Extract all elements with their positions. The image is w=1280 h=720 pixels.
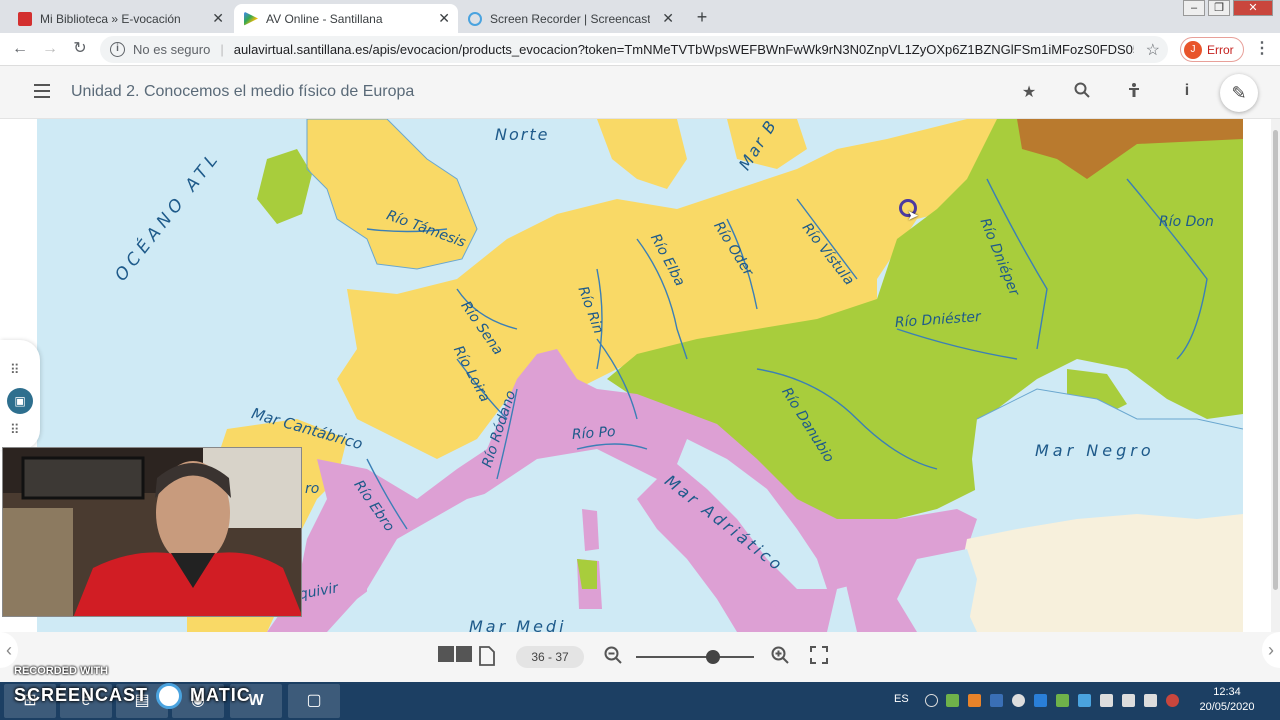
watermark-brand-suffix: MATIC xyxy=(190,684,251,705)
label-river-po: Río Po xyxy=(571,423,617,443)
watermark-brand: SCREENCAST xyxy=(14,684,149,705)
tray-app-icon[interactable] xyxy=(1012,694,1025,707)
forward-icon[interactable]: → xyxy=(40,39,60,59)
tray-app-icon[interactable] xyxy=(968,694,981,707)
tray-record-icon[interactable] xyxy=(925,694,938,707)
screencast-logo-icon xyxy=(468,11,482,26)
label-north-sea: Norte xyxy=(495,125,550,144)
bluetooth-icon[interactable] xyxy=(1034,694,1047,707)
screencast-logo-icon xyxy=(156,683,183,709)
close-tab-icon[interactable]: ✕ xyxy=(438,10,450,27)
bookmark-star-icon[interactable]: ☆ xyxy=(1146,40,1160,60)
tray-app-icon[interactable] xyxy=(990,694,1003,707)
info-icon[interactable]: i xyxy=(110,42,125,57)
single-page-icon[interactable] xyxy=(479,646,495,671)
page-indicator[interactable]: 36 - 37 xyxy=(516,646,584,668)
profile-error-button[interactable]: J Error xyxy=(1180,37,1244,62)
tray-app-icon[interactable] xyxy=(1100,694,1113,707)
bookmark-star-icon[interactable]: ★ xyxy=(1019,82,1039,102)
tray-app-icon[interactable] xyxy=(1078,694,1091,707)
security-label: No es seguro xyxy=(133,42,211,57)
reload-icon[interactable]: ↻ xyxy=(70,39,90,59)
calendar-tool-icon[interactable]: ▣ xyxy=(7,388,33,414)
network-icon[interactable] xyxy=(1166,694,1179,707)
menu-icon[interactable] xyxy=(34,84,50,98)
tray-app-icon[interactable] xyxy=(946,694,959,707)
clock-time: 12:34 xyxy=(1213,686,1241,698)
page-title: Unidad 2. Conocemos el medio físico de E… xyxy=(71,83,415,100)
divider: | xyxy=(220,42,224,57)
back-icon[interactable]: ← xyxy=(10,39,30,59)
e-logo-icon xyxy=(18,11,32,26)
tab-title: AV Online - Santillana xyxy=(266,11,383,26)
taskbar-clock[interactable]: 12:34 20/05/2020 xyxy=(1196,685,1258,715)
close-tab-icon[interactable]: ✕ xyxy=(212,10,224,27)
more-menu-icon[interactable]: ⋮ xyxy=(1252,39,1272,59)
search-icon[interactable] xyxy=(1072,82,1092,103)
close-window-icon[interactable]: ✕ xyxy=(1233,0,1273,16)
label-river-don: Río Don xyxy=(1159,214,1214,230)
profile-status: Error xyxy=(1207,42,1234,57)
play-logo-icon xyxy=(244,11,258,26)
grid-dots-icon[interactable]: ⠿ xyxy=(10,362,20,378)
browser-tab-strip: Mi Biblioteca » E-vocación ✕ AV Online -… xyxy=(0,0,1280,33)
double-page-icon[interactable] xyxy=(438,644,472,670)
pencil-icon[interactable]: ✎ xyxy=(1220,74,1258,112)
minimize-icon[interactable]: – xyxy=(1183,0,1205,16)
clock-date: 20/05/2020 xyxy=(1199,701,1255,713)
zoom-out-icon[interactable] xyxy=(604,646,622,669)
tab-mi-biblioteca[interactable]: Mi Biblioteca » E-vocación ✕ xyxy=(8,4,232,33)
zoom-slider[interactable] xyxy=(636,656,754,658)
watermark-screencast: SCREENCAST MATIC xyxy=(14,683,251,709)
label-mediterranean-sea: Mar Medi xyxy=(469,617,567,632)
presenter-video xyxy=(3,448,301,616)
tray-app-icon[interactable] xyxy=(1144,694,1157,707)
info-icon[interactable]: i xyxy=(1177,82,1197,100)
browser-toolbar: ← → ↻ i No es seguro | aulavirtual.santi… xyxy=(0,33,1280,66)
fullscreen-icon[interactable] xyxy=(810,646,828,669)
new-tab-button[interactable]: + xyxy=(690,6,714,30)
webcam-overlay xyxy=(2,447,302,617)
screencast-icon[interactable]: ▢ xyxy=(288,684,340,718)
viewer-bottom-bar: 36 - 37 xyxy=(0,632,1280,682)
url-text[interactable]: aulavirtual.santillana.es/apis/evocacion… xyxy=(234,42,1134,57)
tray-app-icon[interactable] xyxy=(1056,694,1069,707)
app-header: Unidad 2. Conocemos el medio físico de E… xyxy=(0,66,1280,119)
accessibility-icon[interactable] xyxy=(1124,82,1144,103)
label-river-duero: ro xyxy=(305,481,320,497)
language-indicator[interactable]: ES xyxy=(894,693,909,705)
zoom-slider-handle[interactable] xyxy=(705,650,720,664)
address-bar[interactable]: i No es seguro | aulavirtual.santillana.… xyxy=(100,36,1168,63)
tab-title: Screen Recorder | Screencast-O-M xyxy=(490,11,650,26)
tab-title: Mi Biblioteca » E-vocación xyxy=(40,11,181,26)
label-black-sea: Mar Negro xyxy=(1035,441,1155,460)
tray-app-icon[interactable] xyxy=(1122,694,1135,707)
watermark-recorded-with: RECORDED WITH xyxy=(14,665,109,677)
scrollbar-thumb[interactable] xyxy=(1273,130,1278,590)
grid-dots-icon[interactable]: ⠿ xyxy=(10,422,20,438)
close-tab-icon[interactable]: ✕ xyxy=(662,10,674,27)
tab-screencast[interactable]: Screen Recorder | Screencast-O-M ✕ xyxy=(458,4,682,33)
zoom-in-icon[interactable] xyxy=(771,646,789,669)
restore-icon[interactable]: ❐ xyxy=(1208,0,1230,16)
side-tool-dock: ⠿ ▣ ⠿ xyxy=(0,340,40,450)
tab-av-online[interactable]: AV Online - Santillana ✕ xyxy=(234,4,458,33)
avatar: J xyxy=(1184,40,1202,59)
cursor-icon: ➤ xyxy=(907,207,919,223)
